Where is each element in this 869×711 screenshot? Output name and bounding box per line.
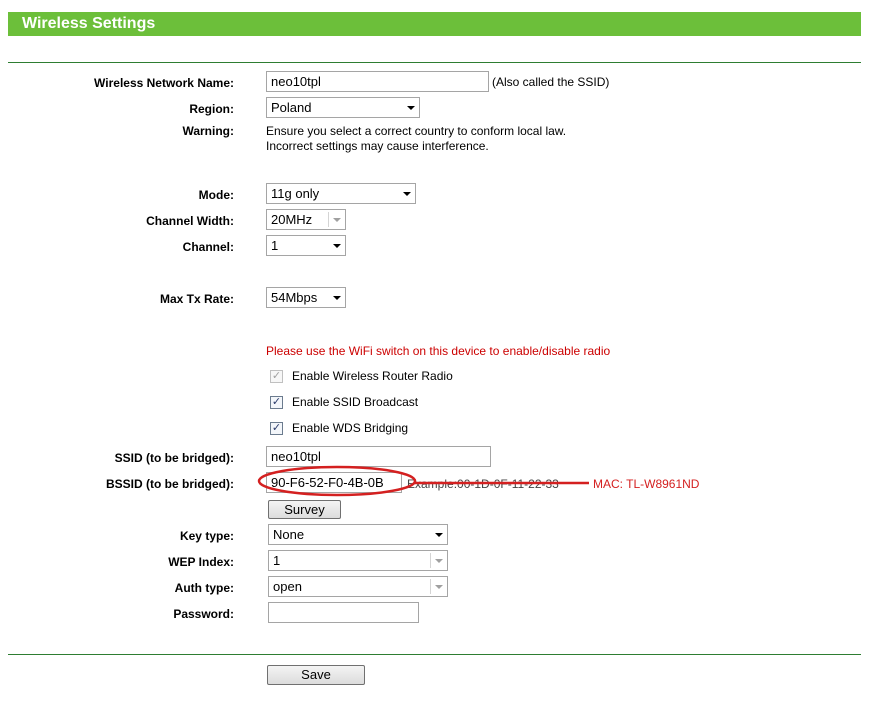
max-tx-rate-value: 54Mbps — [271, 290, 318, 305]
wep-index-value: 1 — [273, 553, 281, 568]
ssid-input[interactable]: neo10tpl — [266, 71, 489, 92]
chevron-down-icon — [435, 559, 443, 563]
bssid-label: BSSID (to be bridged): — [106, 477, 234, 491]
chevron-down-icon — [333, 296, 341, 300]
annotation-overlay — [257, 465, 589, 497]
ssid-label: Wireless Network Name: — [94, 76, 234, 90]
survey-button[interactable]: Survey — [268, 500, 341, 519]
warning-line-2: Incorrect settings may cause interferenc… — [266, 139, 489, 153]
password-input[interactable] — [268, 602, 419, 623]
max-tx-rate-label: Max Tx Rate: — [159, 292, 234, 306]
auth-type-select[interactable]: open — [268, 576, 448, 597]
save-button[interactable]: Save — [267, 665, 365, 685]
key-type-value: None — [273, 527, 305, 542]
checkmark-icon: ✓ — [271, 370, 282, 382]
chevron-down-icon — [333, 244, 341, 248]
top-divider — [8, 62, 861, 63]
chevron-down-icon — [435, 533, 443, 537]
channel-label: Channel: — [182, 240, 234, 254]
checkmark-icon: ✓ — [271, 396, 282, 408]
region-label: Region: — [189, 102, 234, 116]
mode-label: Mode: — [198, 188, 234, 202]
wep-index-label: WEP Index: — [168, 555, 234, 569]
auth-type-value: open — [273, 579, 302, 594]
page-header: Wireless Settings — [8, 12, 861, 36]
chevron-down-icon — [403, 192, 411, 196]
channel-value: 1 — [271, 238, 279, 253]
page-title: Wireless Settings — [22, 15, 156, 32]
warning-line-1: Ensure you select a correct country to c… — [266, 124, 567, 138]
channel-width-label: Channel Width: — [146, 214, 234, 228]
ssid-hint: (Also called the SSID) — [492, 75, 610, 89]
max-tx-rate-select[interactable]: 54Mbps — [266, 287, 346, 308]
bottom-divider — [8, 654, 861, 655]
annotation-mac-note: MAC: TL-W8961ND — [593, 477, 700, 491]
chevron-down-icon — [407, 106, 415, 110]
region-value: Poland — [271, 100, 312, 115]
channel-width-select[interactable]: 20MHz — [266, 209, 346, 230]
mode-select[interactable]: 11g only — [266, 183, 416, 204]
enable-ssid-broadcast-label: Enable SSID Broadcast — [292, 395, 419, 409]
auth-type-label: Auth type: — [174, 581, 234, 595]
enable-radio-checkbox[interactable]: ✓ — [270, 370, 283, 383]
channel-width-value: 20MHz — [271, 212, 313, 227]
channel-select[interactable]: 1 — [266, 235, 346, 256]
wifi-switch-note: Please use the WiFi switch on this devic… — [266, 344, 611, 358]
bridged-ssid-label: SSID (to be bridged): — [114, 451, 234, 465]
enable-radio-label: Enable Wireless Router Radio — [292, 369, 453, 383]
password-label: Password: — [173, 607, 234, 621]
region-select[interactable]: Poland — [266, 97, 420, 118]
key-type-select[interactable]: None — [268, 524, 448, 545]
wep-index-select[interactable]: 1 — [268, 550, 448, 571]
checkmark-icon: ✓ — [271, 422, 282, 434]
annotation-ellipse — [257, 465, 417, 497]
mode-value: 11g only — [271, 186, 320, 201]
enable-wds-label: Enable WDS Bridging — [292, 421, 409, 435]
key-type-label: Key type: — [179, 529, 234, 543]
chevron-down-icon — [333, 218, 341, 222]
chevron-down-icon — [435, 585, 443, 589]
enable-wds-checkbox[interactable]: ✓ — [270, 422, 283, 435]
warning-label: Warning: — [182, 124, 234, 138]
enable-ssid-broadcast-checkbox[interactable]: ✓ — [270, 396, 283, 409]
